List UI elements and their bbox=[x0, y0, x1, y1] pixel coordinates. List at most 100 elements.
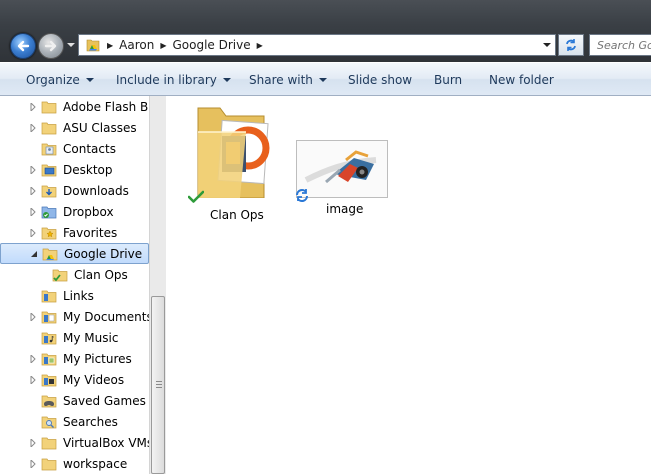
scrollbar-thumb[interactable] bbox=[151, 296, 165, 474]
nav-item-saved-games[interactable]: Saved Games bbox=[0, 390, 149, 411]
organize-button[interactable]: Organize bbox=[26, 73, 94, 87]
nav-item-adobe-flash-builder[interactable]: Adobe Flash Buil bbox=[0, 96, 149, 117]
nav-item-label: VirtualBox VMs bbox=[63, 435, 149, 450]
file-name-clan-ops[interactable]: Clan Ops bbox=[210, 208, 264, 222]
nav-item-label: My Documents bbox=[63, 309, 149, 324]
expand-arrow-icon[interactable] bbox=[29, 438, 37, 447]
recent-pages-dropdown-icon[interactable] bbox=[66, 40, 76, 50]
search-box[interactable] bbox=[589, 34, 651, 56]
nav-item-my-documents[interactable]: My Documents bbox=[0, 306, 149, 327]
nav-item-links[interactable]: Links bbox=[0, 285, 149, 306]
nav-item-label: My Pictures bbox=[63, 351, 132, 366]
nav-item-desktop[interactable]: Desktop bbox=[0, 159, 149, 180]
google-drive-location-icon bbox=[86, 39, 100, 52]
nav-item-favorites[interactable]: Favorites bbox=[0, 222, 149, 243]
searches-icon bbox=[41, 416, 57, 428]
expand-arrow-icon[interactable] bbox=[29, 102, 37, 111]
synced-check-icon bbox=[188, 190, 204, 203]
address-bar[interactable]: ▶ Aaron ▶ Google Drive ▶ bbox=[78, 34, 556, 56]
scrollbar-grip bbox=[156, 381, 162, 382]
title-bar: ▶ Aaron ▶ Google Drive ▶ bbox=[0, 0, 651, 62]
expand-arrow-icon[interactable] bbox=[29, 165, 37, 174]
nav-item-label: Contacts bbox=[63, 141, 116, 156]
expand-arrow-icon[interactable] bbox=[29, 123, 37, 132]
nav-item-label: Saved Games bbox=[63, 393, 146, 408]
file-name-image[interactable]: image bbox=[326, 202, 363, 216]
folder-icon bbox=[41, 458, 57, 470]
nav-item-label: Clan Ops bbox=[74, 267, 128, 282]
expand-arrow-icon[interactable] bbox=[29, 186, 37, 195]
nav-item-asu-classes[interactable]: ASU Classes bbox=[0, 117, 149, 138]
chevron-down-icon bbox=[543, 43, 551, 47]
collapse-arrow-icon[interactable] bbox=[30, 250, 38, 258]
nav-item-label: My Music bbox=[63, 330, 119, 345]
favorites-icon bbox=[41, 227, 57, 239]
expand-arrow-icon[interactable] bbox=[29, 312, 37, 321]
breadcrumb-google-drive[interactable]: Google Drive bbox=[173, 38, 251, 52]
scrollbar-grip bbox=[156, 384, 162, 385]
include-in-library-button[interactable]: Include in library bbox=[116, 73, 231, 87]
folder-icon bbox=[41, 101, 57, 113]
folder-icon bbox=[41, 437, 57, 449]
command-bar: Organize Include in library Share with S… bbox=[0, 62, 651, 96]
nav-item-my-music[interactable]: My Music bbox=[0, 327, 149, 348]
nav-item-label: My Videos bbox=[63, 372, 125, 387]
expand-arrow-icon[interactable] bbox=[29, 375, 37, 384]
back-button[interactable] bbox=[10, 33, 36, 59]
navigation-pane[interactable]: Adobe Flash Buil ASU Classes Contacts De… bbox=[0, 96, 149, 474]
nav-item-label: Downloads bbox=[63, 183, 129, 198]
nav-item-label: Favorites bbox=[63, 225, 118, 240]
nav-item-label: ASU Classes bbox=[63, 120, 137, 135]
navigation-pane-scrollbar[interactable] bbox=[149, 96, 166, 474]
address-history-dropdown[interactable] bbox=[539, 35, 555, 55]
nav-item-google-drive[interactable]: Google Drive bbox=[0, 243, 149, 264]
new-folder-button[interactable]: New folder bbox=[489, 73, 554, 87]
nav-item-label: Google Drive bbox=[64, 246, 143, 261]
breadcrumb-separator-icon[interactable]: ▶ bbox=[160, 41, 166, 50]
file-item-image[interactable]: image bbox=[294, 136, 394, 226]
nav-item-label: workspace bbox=[63, 456, 128, 471]
breadcrumb-separator-icon[interactable]: ▶ bbox=[257, 41, 263, 50]
file-list-pane[interactable]: Clan Ops image bbox=[166, 96, 651, 474]
nav-item-my-pictures[interactable]: My Pictures bbox=[0, 348, 149, 369]
pictures-icon bbox=[41, 353, 57, 365]
forward-button[interactable] bbox=[38, 33, 64, 59]
expand-arrow-icon[interactable] bbox=[29, 228, 37, 237]
file-item-clan-ops[interactable]: Clan Ops bbox=[186, 102, 282, 224]
nav-item-contacts[interactable]: Contacts bbox=[0, 138, 149, 159]
nav-item-label: Adobe Flash Buil bbox=[63, 99, 149, 114]
include-in-library-label: Include in library bbox=[116, 73, 217, 87]
search-input[interactable] bbox=[597, 38, 651, 52]
caret-down-icon bbox=[85, 78, 94, 82]
desktop-icon bbox=[41, 164, 57, 176]
nav-item-clan-ops[interactable]: Clan Ops bbox=[0, 264, 149, 285]
burn-button[interactable]: Burn bbox=[434, 73, 462, 87]
nav-item-searches[interactable]: Searches bbox=[0, 411, 149, 432]
syncing-icon bbox=[296, 189, 308, 202]
refresh-button[interactable] bbox=[558, 34, 584, 56]
links-icon bbox=[41, 290, 57, 302]
dropbox-folder-icon bbox=[41, 206, 57, 218]
nav-item-downloads[interactable]: Downloads bbox=[0, 180, 149, 201]
expand-arrow-icon[interactable] bbox=[29, 354, 37, 363]
arrow-left-icon bbox=[17, 40, 30, 52]
music-icon bbox=[41, 332, 57, 344]
nav-item-label: Desktop bbox=[63, 162, 113, 177]
nav-item-virtualbox-vms[interactable]: VirtualBox VMs bbox=[0, 432, 149, 453]
saved-games-icon bbox=[41, 395, 57, 407]
expand-arrow-icon[interactable] bbox=[29, 207, 37, 216]
nav-item-dropbox[interactable]: Dropbox bbox=[0, 201, 149, 222]
share-with-button[interactable]: Share with bbox=[249, 73, 327, 87]
downloads-icon bbox=[41, 185, 57, 197]
refresh-icon bbox=[566, 39, 576, 51]
share-with-label: Share with bbox=[249, 73, 313, 87]
nav-item-workspace[interactable]: workspace bbox=[0, 453, 149, 474]
scrollbar-grip bbox=[156, 387, 162, 388]
slide-show-button[interactable]: Slide show bbox=[348, 73, 412, 87]
arrow-right-icon bbox=[44, 40, 57, 52]
nav-item-my-videos[interactable]: My Videos bbox=[0, 369, 149, 390]
breadcrumb-aaron[interactable]: Aaron bbox=[119, 38, 154, 52]
google-drive-folder-icon bbox=[42, 248, 58, 260]
expand-arrow-icon[interactable] bbox=[29, 459, 37, 468]
breadcrumb-separator-icon[interactable]: ▶ bbox=[107, 41, 113, 50]
